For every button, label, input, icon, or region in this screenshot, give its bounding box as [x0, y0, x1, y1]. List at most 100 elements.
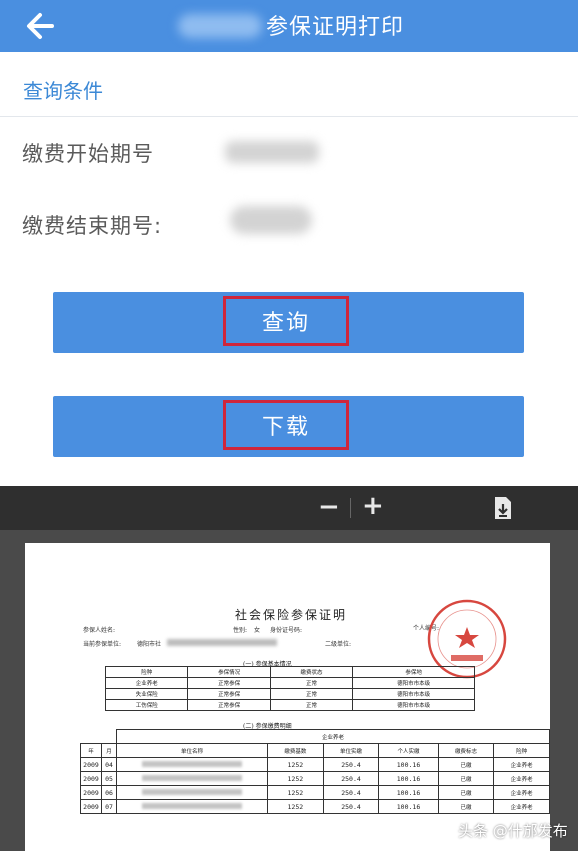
- pdf-toolbar: − +: [0, 486, 578, 530]
- table-row: 2009 04 1252 250.4 100.16 已缴 企业养老: [80, 757, 550, 772]
- table-cell: 企业养老: [104, 677, 189, 689]
- table-group-header-row: 企业养老: [81, 729, 550, 744]
- back-arrow-icon[interactable]: [22, 6, 62, 46]
- current-unit-label: 当前参保单位:: [83, 641, 122, 648]
- table-cell: 250.4: [322, 757, 380, 772]
- redacted-unit-cell: [116, 799, 268, 814]
- table-cell: 已缴: [437, 757, 495, 772]
- table-cell: 德阳市市本级: [352, 699, 475, 711]
- table-header-cell: 个人实缴: [378, 743, 439, 758]
- table-cell: 企业养老: [493, 757, 550, 772]
- table-row: 2009 07 1252 250.4 100.16 已缴 企业养老: [80, 799, 550, 814]
- table-cell: 企业养老: [493, 785, 550, 800]
- start-period-field[interactable]: [225, 141, 319, 163]
- download-button-label: 下载: [223, 400, 349, 450]
- table-cell: 正常参保: [187, 699, 271, 711]
- table-cell: 已缴: [437, 785, 495, 800]
- table-cell: 失业保险: [104, 688, 189, 700]
- table-row: 企业养老 正常参保 正常 德阳市市本级: [104, 677, 475, 689]
- end-period-field[interactable]: [230, 206, 312, 234]
- secondary-unit-label: 二级单位:: [325, 641, 352, 648]
- table-cell: 100.16: [378, 757, 439, 772]
- table-cell: 2009: [80, 799, 102, 814]
- top-bar: 参保证明打印: [0, 0, 578, 52]
- table-cell: 德阳市市本级: [352, 688, 475, 700]
- table-header-cell: 年: [80, 743, 102, 758]
- table-cell: 正常参保: [187, 688, 271, 700]
- table-header-cell: 参保地: [352, 666, 475, 678]
- table-cell: 已缴: [437, 771, 495, 786]
- table-cell: 1252: [267, 799, 324, 814]
- table-cell: 企业养老: [493, 771, 550, 786]
- table-header-cell: 缴费状态: [269, 666, 354, 678]
- table-cell: 1252: [267, 785, 324, 800]
- table-cell: 正常: [269, 688, 354, 700]
- redacted-unit: [167, 639, 277, 646]
- table-row: 2009 05 1252 250.4 100.16 已缴 企业养老: [80, 771, 550, 786]
- current-unit-value: 德阳市社: [137, 641, 162, 648]
- table-cell: 250.4: [322, 799, 380, 814]
- download-button[interactable]: 下载: [53, 396, 524, 457]
- save-document-icon[interactable]: [493, 496, 513, 520]
- table-cell: 2009: [80, 757, 102, 772]
- gender-value: 女: [254, 627, 261, 634]
- table-row: 失业保险 正常参保 正常 德阳市市本级: [104, 688, 475, 700]
- start-period-label: 缴费开始期号: [22, 142, 154, 166]
- insured-name-label: 参保人姓名:: [83, 627, 116, 634]
- pdf-page: 社会保险参保证明 参保人姓名: 性别: 女 身份证号码: 个人编号: 当前参保单…: [25, 543, 550, 851]
- watermark-text: 头条 @什邡发布: [458, 822, 568, 840]
- table-cell: 06: [101, 785, 117, 800]
- table-header-row: 年 月 单位名称 缴费基数 单位实缴 个人实缴 缴费标志 险种: [80, 743, 550, 758]
- pdf-viewer: − + 社会保险参保证明 参保人姓名: 性别: 女 身份证号码: 个人编号: 当…: [0, 486, 578, 851]
- redacted-unit-cell: [116, 757, 268, 772]
- zoom-out-button[interactable]: −: [318, 492, 340, 522]
- table-cell: 100.16: [378, 771, 439, 786]
- redacted-unit-cell: [116, 771, 268, 786]
- table-cell: 05: [101, 771, 117, 786]
- table-cell: 1252: [267, 757, 324, 772]
- table-row: 工伤保险 正常参保 正常 德阳市市本级: [104, 699, 475, 711]
- query-section-title: 查询条件: [23, 79, 103, 103]
- table-cell: 2009: [80, 785, 102, 800]
- id-label: 身份证号码:: [270, 627, 303, 634]
- zoom-in-button[interactable]: +: [362, 491, 384, 521]
- divider: [0, 116, 578, 117]
- table-cell: 100.16: [378, 799, 439, 814]
- table-header-cell: 单位实缴: [322, 743, 380, 758]
- table-row: 2009 06 1252 250.4 100.16 已缴 企业养老: [80, 785, 550, 800]
- table-header-cell: 参保情况: [187, 666, 271, 678]
- table-cell: 工伤保险: [104, 699, 189, 711]
- document-title: 社会保险参保证明: [235, 608, 348, 622]
- blurred-region-name: [178, 14, 262, 38]
- table-header-cell: 险种: [493, 743, 550, 758]
- basic-info-table: 险种 参保情况 缴费状态 参保地 企业养老 正常参保 正常 德阳市市本级 失业保…: [104, 666, 475, 711]
- table-header-cell: 月: [101, 743, 117, 758]
- gender-label: 性别:: [233, 627, 248, 634]
- end-period-label: 缴费结束期号:: [22, 214, 163, 238]
- table-cell: 1252: [267, 771, 324, 786]
- table-cell: 正常参保: [187, 677, 271, 689]
- redacted-unit-cell: [116, 785, 268, 800]
- table-header-cell: 险种: [104, 666, 189, 678]
- query-button-label: 查询: [223, 296, 349, 346]
- table-header-cell: 缴费基数: [267, 743, 324, 758]
- query-button[interactable]: 查询: [53, 292, 524, 353]
- table-cell: 正常: [269, 699, 354, 711]
- table-cell: 企业养老: [493, 799, 550, 814]
- page-title: 参保证明打印: [266, 15, 405, 40]
- table-cell: 已缴: [437, 799, 495, 814]
- table-cell: 100.16: [378, 785, 439, 800]
- table-cell: 07: [101, 799, 117, 814]
- table-header-cell: 缴费标志: [437, 743, 495, 758]
- table-header-row: 险种 参保情况 缴费状态 参保地: [104, 666, 475, 678]
- payment-detail-table: 企业养老 年 月 单位名称 缴费基数 单位实缴 个人实缴 缴费标志 险种 200…: [80, 729, 550, 814]
- table-cell: 04: [101, 757, 117, 772]
- table-cell: 2009: [80, 771, 102, 786]
- table-cell: 250.4: [322, 785, 380, 800]
- table-cell: 250.4: [322, 771, 380, 786]
- toolbar-separator: [350, 498, 351, 518]
- table-cell: 德阳市市本级: [352, 677, 475, 689]
- table-cell: 正常: [269, 677, 354, 689]
- table-header-cell: 单位名称: [116, 743, 268, 758]
- table-group-header: 企业养老: [116, 729, 550, 744]
